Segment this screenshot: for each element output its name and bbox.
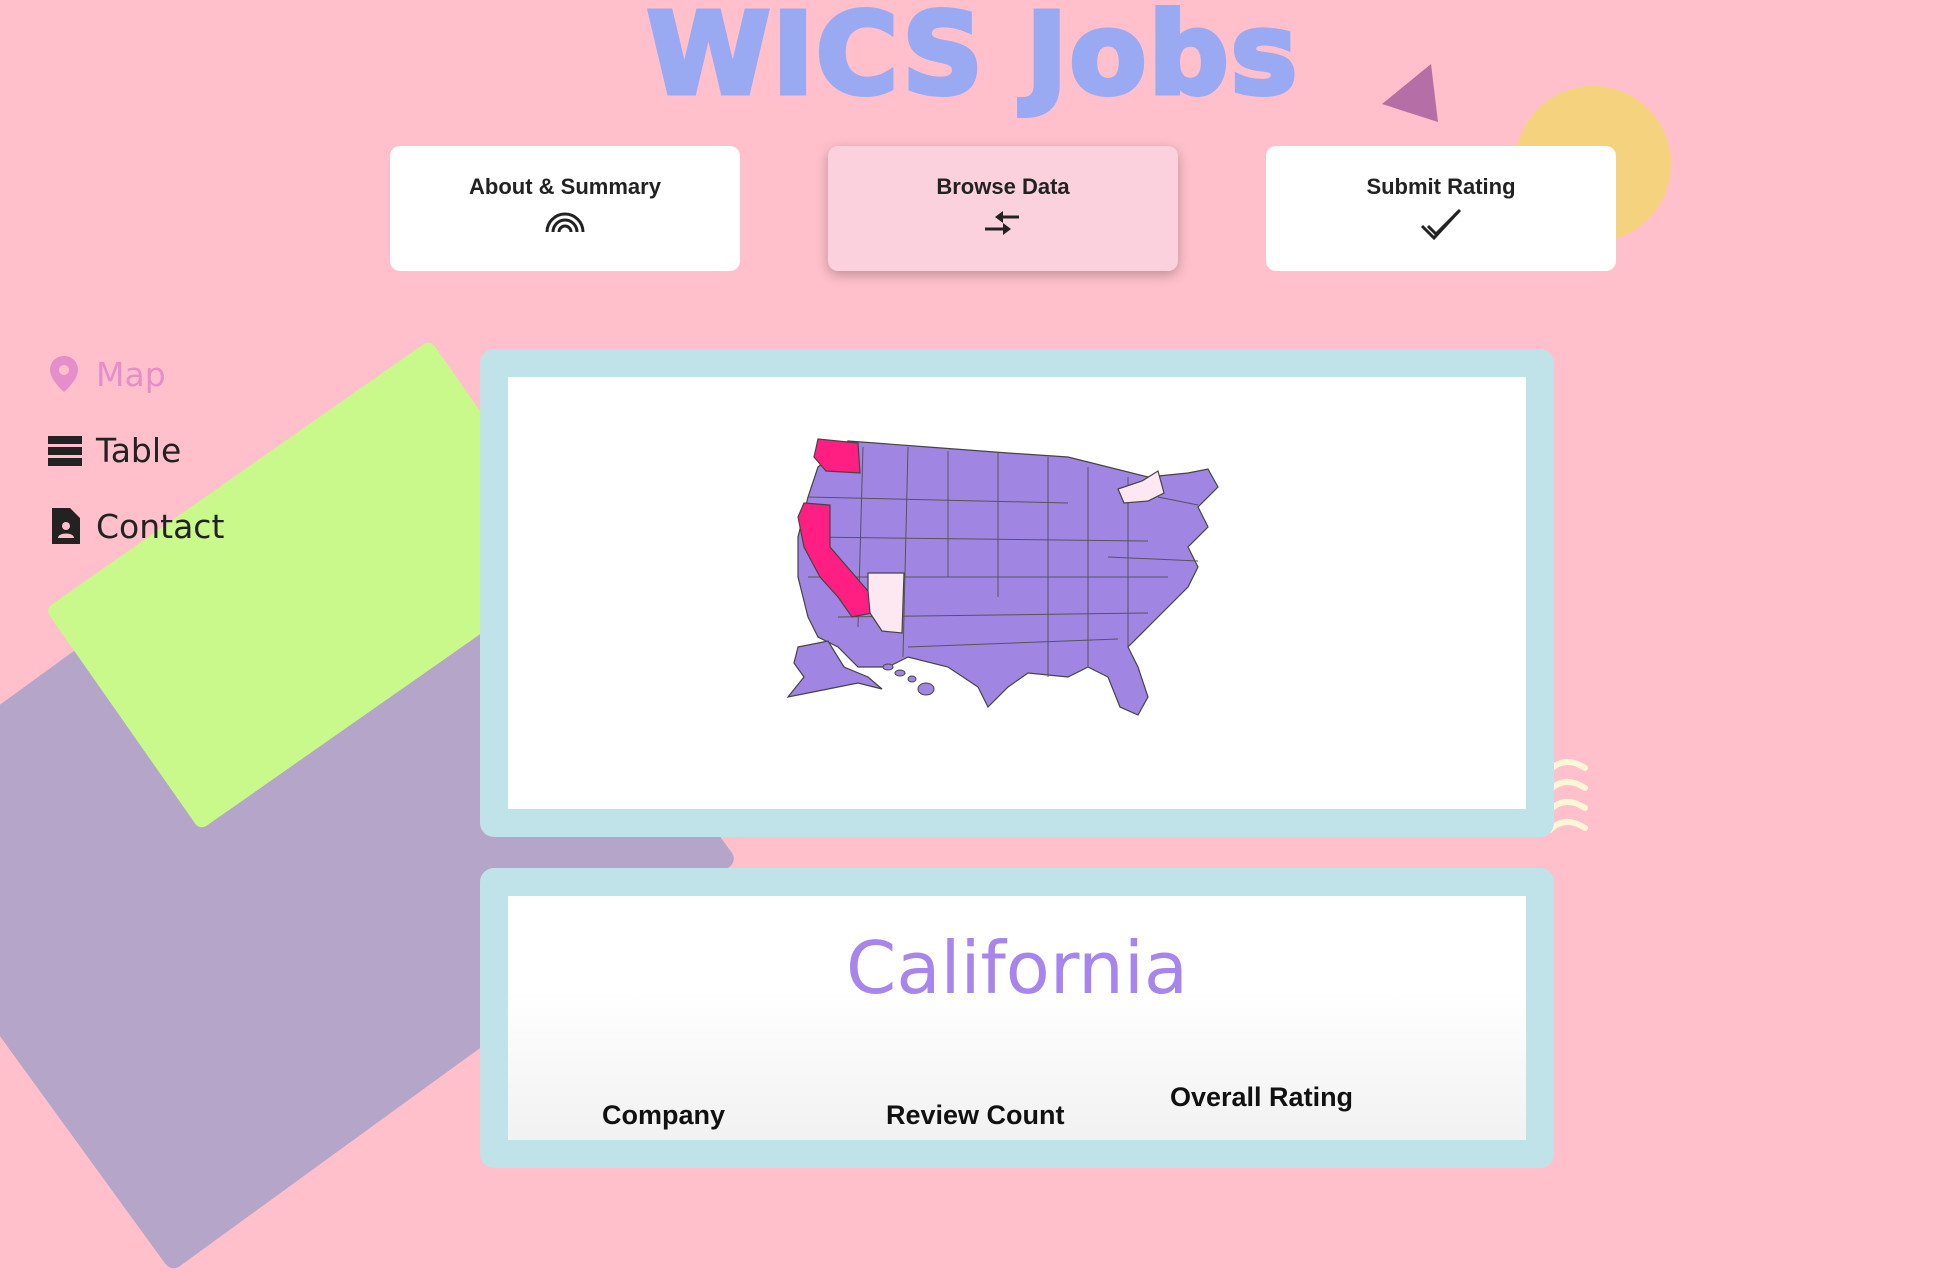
nav-browse-data[interactable]: Browse Data [828, 146, 1178, 271]
side-item-table[interactable]: Table [46, 412, 224, 488]
nav-submit-rating[interactable]: Submit Rating [1266, 146, 1616, 271]
table-rows-icon [48, 436, 82, 466]
side-item-label: Map [96, 354, 166, 394]
column-header-overall-rating[interactable]: Overall Rating [1170, 1082, 1353, 1113]
column-header-review-count[interactable]: Review Count [886, 1100, 1065, 1131]
side-nav: Map Table Contact [46, 336, 224, 564]
map-state-hawaii[interactable] [882, 663, 935, 696]
double-check-icon [1420, 208, 1462, 241]
nav-label: Submit Rating [1366, 174, 1516, 199]
nav-about-summary[interactable]: About & Summary [390, 146, 740, 271]
side-item-label: Contact [96, 506, 225, 546]
us-choropleth-map [786, 438, 1219, 716]
side-item-label: Table [96, 430, 182, 470]
rainbow-icon [545, 212, 585, 233]
detail-panel: California Company Review Count Overall … [480, 868, 1554, 1168]
map-pin-icon [50, 356, 78, 392]
nav-label: Browse Data [936, 174, 1070, 199]
map-panel [480, 349, 1554, 837]
column-header-company[interactable]: Company [602, 1100, 725, 1131]
detail-container: California Company Review Count Overall … [508, 896, 1526, 1140]
map-container [508, 377, 1526, 809]
contact-file-icon [52, 508, 80, 544]
side-item-contact[interactable]: Contact [46, 488, 224, 564]
side-item-map[interactable]: Map [46, 336, 224, 412]
compare-arrows-icon [985, 211, 1019, 235]
nav-label: About & Summary [469, 174, 661, 199]
site-title: WICS Jobs [644, 0, 1300, 120]
